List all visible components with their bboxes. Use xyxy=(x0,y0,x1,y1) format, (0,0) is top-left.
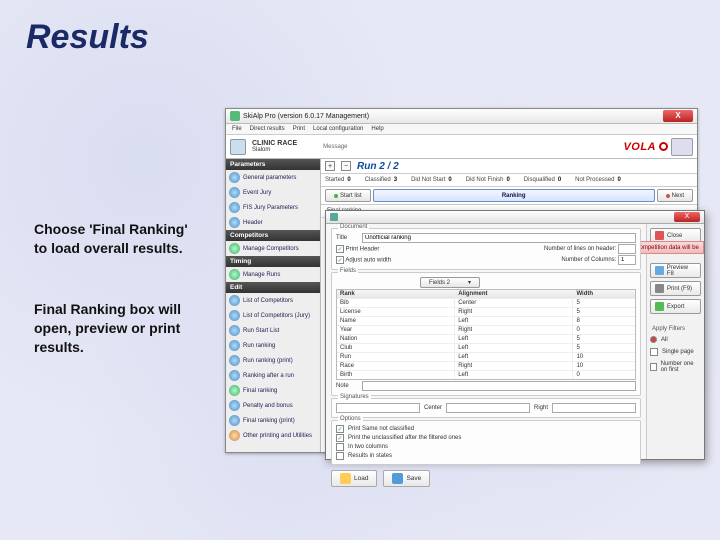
sidebar-item-runrank-print[interactable]: Run ranking (print) xyxy=(226,353,320,368)
number-one-checkbox[interactable] xyxy=(650,363,657,371)
opt1-checkbox[interactable]: ✓ xyxy=(336,425,344,433)
titlebar[interactable]: SkiAlp Pro (version 6.0.17 Management) X xyxy=(226,109,697,124)
single-page-checkbox[interactable] xyxy=(650,348,658,356)
skier-icon xyxy=(671,138,693,156)
menu-help[interactable]: Help xyxy=(371,126,383,132)
fields-group: Fields Fields 2▾ RankAlignmentWidthBibCe… xyxy=(331,272,641,396)
sidebar-item-fis[interactable]: FIS Jury Parameters xyxy=(226,200,320,215)
dialog-titlebar[interactable]: X xyxy=(326,211,704,224)
sidebar-item-jury[interactable]: Event Jury xyxy=(226,185,320,200)
ranking-button[interactable]: Ranking xyxy=(373,189,655,202)
fields-table[interactable]: RankAlignmentWidthBibCenter5LicenseRight… xyxy=(336,289,636,380)
chevron-down-icon: ▾ xyxy=(468,279,471,286)
msg-label: Message xyxy=(323,144,347,150)
note-input[interactable] xyxy=(362,381,636,391)
filters-label: Apply Filters xyxy=(650,326,701,332)
menu-print[interactable]: Print xyxy=(293,126,305,132)
sidebar-item-penalty[interactable]: Penalty and bonus xyxy=(226,398,320,413)
menu-file[interactable]: File xyxy=(232,126,242,132)
print-button[interactable]: Print (F9) xyxy=(650,281,701,296)
instruction-2: Final Ranking box will open, preview or … xyxy=(34,300,204,357)
expand-icon[interactable]: + xyxy=(325,161,335,171)
collapse-icon[interactable]: − xyxy=(341,161,351,171)
instruction-1: Choose 'Final Ranking' to load overall r… xyxy=(34,220,204,258)
flag-icon xyxy=(334,194,338,198)
panel-edit: Edit xyxy=(226,282,320,293)
document-group: Document Title ✓ Print Header Number of … xyxy=(331,228,641,270)
folder-icon xyxy=(340,473,351,484)
panel-timing: Timing xyxy=(226,256,320,267)
adjust-width-checkbox[interactable]: ✓ xyxy=(336,256,344,264)
sidebar-item-list-comp[interactable]: List of Competitors xyxy=(226,293,320,308)
sidebar-item-ranking-after[interactable]: Ranking after a run xyxy=(226,368,320,383)
sidebar-item-list-comp-jury[interactable]: List of Competitors (Jury) xyxy=(226,308,320,323)
event-icon xyxy=(230,139,246,155)
sidebar-item-runrank[interactable]: Run ranking xyxy=(226,338,320,353)
save-button[interactable]: Save xyxy=(383,470,430,487)
menu-results[interactable]: Direct results xyxy=(250,126,285,132)
dot-icon xyxy=(666,194,670,198)
sidebar-item-runstart[interactable]: Run Start List xyxy=(226,323,320,338)
sidebar-item-final-ranking[interactable]: Final ranking xyxy=(226,383,320,398)
event-title: CLINIC RACE xyxy=(252,140,297,147)
eye-icon xyxy=(655,266,664,275)
header-band: CLINIC RACE Slalom Message VOLA xyxy=(226,135,697,159)
sidebar-item-header[interactable]: Header xyxy=(226,215,320,230)
vola-logo: VOLA xyxy=(623,141,656,153)
startlist-button[interactable]: Start list xyxy=(325,189,371,202)
sidebar-item-manage-comp[interactable]: Manage Competitors xyxy=(226,241,320,256)
panel-competitors: Competitors xyxy=(226,230,320,241)
radio-all[interactable] xyxy=(650,336,657,343)
counts-row: Started0 Classified3 Did Not Start0 Did … xyxy=(321,174,697,187)
preview-button[interactable]: Preview F8 xyxy=(650,263,701,278)
opt2-checkbox[interactable]: ✓ xyxy=(336,434,344,442)
options-group: Options ✓Print Same not classified ✓Prin… xyxy=(331,420,641,465)
menubar[interactable]: File Direct results Print Local configur… xyxy=(226,124,697,135)
sidebar: Parameters General parameters Event Jury… xyxy=(226,159,321,452)
export-icon xyxy=(655,302,664,311)
fields-dropdown[interactable]: Fields 2▾ xyxy=(420,277,480,288)
next-button[interactable]: Next xyxy=(657,189,693,202)
sidebar-item-manage-runs[interactable]: Manage Runs xyxy=(226,267,320,282)
close-icon xyxy=(655,231,664,240)
vola-circle-icon xyxy=(659,142,668,151)
close-icon[interactable]: X xyxy=(663,110,693,122)
run-title: Run 2 / 2 xyxy=(357,161,399,172)
sig-left-input[interactable] xyxy=(336,403,420,413)
sig-right-input[interactable] xyxy=(552,403,636,413)
panel-parameters: Parameters xyxy=(226,159,320,170)
dialog-icon xyxy=(330,213,338,221)
print-header-checkbox[interactable]: ✓ xyxy=(336,245,344,253)
slide-title: Results xyxy=(26,18,149,57)
final-ranking-dialog: X A competition data will be Document Ti… xyxy=(325,210,705,460)
sig-center-input[interactable] xyxy=(446,403,530,413)
export-button[interactable]: Export xyxy=(650,299,701,314)
lines-input[interactable] xyxy=(618,244,636,254)
sidebar-item-other[interactable]: Other printing and Utilities xyxy=(226,428,320,443)
sidebar-item-final-print[interactable]: Final ranking (print) xyxy=(226,413,320,428)
signatures-group: Signatures Center Right xyxy=(331,398,641,418)
menu-config[interactable]: Local configuration xyxy=(313,126,363,132)
disk-icon xyxy=(392,473,403,484)
dialog-close-icon[interactable]: X xyxy=(674,212,700,222)
app-icon xyxy=(230,111,240,121)
event-sub: Slalom xyxy=(252,147,297,153)
printer-icon xyxy=(655,284,664,293)
sidebar-item-general[interactable]: General parameters xyxy=(226,170,320,185)
window-title: SkiAlp Pro (version 6.0.17 Management) xyxy=(243,113,663,120)
cols-input[interactable] xyxy=(618,255,636,265)
dialog-sidebar: Close Preview F8 Print (F9) Export Apply… xyxy=(646,224,704,459)
opt3-checkbox[interactable] xyxy=(336,443,344,451)
title-input[interactable] xyxy=(362,233,636,243)
load-button[interactable]: Load xyxy=(331,470,377,487)
opt4-checkbox[interactable] xyxy=(336,452,344,460)
